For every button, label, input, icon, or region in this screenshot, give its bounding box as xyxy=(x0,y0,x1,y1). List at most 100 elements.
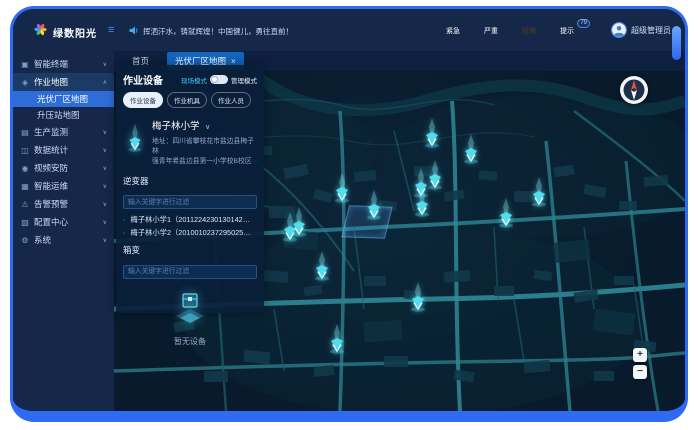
avatar xyxy=(611,22,627,38)
sidebar-item-icon: ◫ xyxy=(20,146,30,155)
alarm-pill[interactable]: 轻微 xyxy=(513,24,545,38)
site-address-line2: 强青年希盐边县第一小学校B校区 xyxy=(152,157,257,167)
sidebar-item[interactable]: ◉ 视频安防 ∨ xyxy=(13,159,114,177)
sidebar-item[interactable]: ▤ 生产监测 ∨ xyxy=(13,123,114,141)
alarm-pills: 紧急 严重 轻微 提示 79 xyxy=(437,24,583,38)
empty-text: 暂无设备 xyxy=(116,336,264,347)
inverter-section-title: 逆变器 xyxy=(123,175,257,187)
mode-switch[interactable] xyxy=(210,75,228,84)
sidebar-subitem-label: 升压站地图 xyxy=(37,109,80,121)
sidebar-item-icon: ◈ xyxy=(20,78,30,87)
device-marker[interactable] xyxy=(414,187,430,217)
sidebar-group: ▦ 智能运维 ∨ xyxy=(13,177,114,195)
panel-tab[interactable]: 作业机具 xyxy=(167,92,207,108)
sidebar-subitem[interactable]: 升压站地图 xyxy=(13,107,114,123)
sidebar-group: ▧ 配置中心 ∨ xyxy=(13,213,114,231)
sidebar-group: ▣ 智能终端 ∨ xyxy=(13,55,114,73)
sidebar-subitem[interactable]: 光伏厂区地图 xyxy=(13,91,114,107)
sidebar-item[interactable]: ▧ 配置中心 ∨ xyxy=(13,213,114,231)
alarm-pill[interactable]: 紧急 xyxy=(437,24,469,38)
device-marker[interactable] xyxy=(424,118,440,148)
chevron-icon: ∨ xyxy=(103,219,107,226)
panel-title: 作业设备 xyxy=(123,72,163,87)
work-device-panel: 作业设备 现场模式 管理模式 作业设备 作业机具 作业人员 xyxy=(116,65,264,313)
announcement-ticker: 挥洒汗水，铸就辉煌！中国健儿，勇往直前！ xyxy=(129,26,293,37)
site-dropdown[interactable]: 梅子林小学 ∨ xyxy=(152,121,210,132)
panel-tabs: 作业设备 作业机具 作业人员 xyxy=(116,92,264,114)
alarm-pill[interactable]: 严重 xyxy=(475,24,507,38)
chevron-icon: ∧ xyxy=(103,79,107,86)
transformer-filter-input[interactable] xyxy=(123,265,257,279)
transformer-section-title: 箱变 xyxy=(123,244,257,256)
device-marker[interactable] xyxy=(498,198,514,228)
device-marker[interactable] xyxy=(531,177,547,207)
inverter-filter-input[interactable] xyxy=(123,195,257,209)
sidebar-subitem-label: 光伏厂区地图 xyxy=(37,93,88,105)
alarm-pill-label: 轻微 xyxy=(522,28,536,35)
transformer-section: 箱变 xyxy=(116,241,264,279)
sidebar-item[interactable]: ⚠ 告警预警 ∨ xyxy=(13,195,114,213)
panel-tab-label: 作业机具 xyxy=(174,98,200,105)
sidebar-collapse-icon[interactable]: ≡ xyxy=(108,24,114,36)
sidebar: ▣ 智能终端 ∨ ◈ 作业地图 ∧ 光伏厂区地图 xyxy=(13,51,114,411)
device-marker[interactable] xyxy=(410,282,426,312)
chevron-icon: ∨ xyxy=(103,147,107,154)
scrollbar-thumb[interactable] xyxy=(672,26,681,60)
inverter-list-item[interactable]: 梅子林小学2（2010010237295025… xyxy=(123,226,257,239)
device-marker[interactable] xyxy=(291,207,307,237)
alarm-pill-label: 严重 xyxy=(484,28,498,35)
device-marker[interactable] xyxy=(314,251,330,281)
zoom-out-button[interactable]: − xyxy=(633,365,647,379)
sidebar-item[interactable]: ◫ 数据统计 ∨ xyxy=(13,141,114,159)
device-marker[interactable] xyxy=(463,134,479,164)
sidebar-item-label: 视频安防 xyxy=(34,162,99,174)
mode-toggle: 现场模式 管理模式 xyxy=(181,75,257,85)
sidebar-group: ◈ 作业地图 ∧ 光伏厂区地图 升压站地图 xyxy=(13,73,114,123)
empty-box-icon xyxy=(170,316,210,333)
chevron-icon: ∨ xyxy=(103,237,107,244)
panel-tab[interactable]: 作业设备 xyxy=(123,92,163,108)
zoom-in-button[interactable]: + xyxy=(633,348,647,362)
site-beacon-icon xyxy=(123,124,147,168)
sidebar-item[interactable]: ⚙ 系统 ∨ xyxy=(13,231,114,249)
device-marker[interactable] xyxy=(329,324,345,354)
user-menu[interactable]: 超级管理员 xyxy=(611,22,671,38)
sidebar-item-label: 告警预警 xyxy=(34,198,99,210)
sidebar-item[interactable]: ▣ 智能终端 ∨ xyxy=(13,55,114,73)
switch-knob xyxy=(211,76,218,83)
top-bar: 绿数阳光 ≡ 挥洒汗水，铸就辉煌！中国健儿，勇往直前！ 紧急 严重 xyxy=(13,9,685,51)
device-marker[interactable] xyxy=(334,173,350,203)
panel-tab-label: 作业设备 xyxy=(130,98,156,105)
device-marker[interactable] xyxy=(427,160,443,190)
sidebar-item-label: 智能终端 xyxy=(34,58,99,70)
inverter-list: 梅子林小学1（2011224230130142… 梅子林小学2（20100102… xyxy=(116,209,264,241)
sidebar-item-label: 生产监测 xyxy=(34,126,99,138)
pinwheel-logo-icon xyxy=(33,22,48,42)
alarm-pill[interactable]: 提示 79 xyxy=(551,24,583,38)
chevron-icon: ∨ xyxy=(103,129,107,136)
sidebar-item[interactable]: ▦ 智能运维 ∨ xyxy=(13,177,114,195)
sidebar-item-icon: ⚠ xyxy=(20,200,30,209)
compass-icon[interactable] xyxy=(619,75,649,105)
sidebar-item-icon: ▧ xyxy=(20,218,30,227)
panel-tab-label: 作业人员 xyxy=(218,98,244,105)
inverter-list-item[interactable]: 梅子林小学1（2011224230130142… xyxy=(123,213,257,226)
device-marker[interactable] xyxy=(366,190,382,220)
alarm-pill-label: 紧急 xyxy=(446,28,460,35)
user-name: 超级管理员 xyxy=(631,25,671,36)
alarm-pill-label: 提示 xyxy=(560,28,574,35)
brand-name: 绿数阳光 xyxy=(53,25,97,40)
panel-tab[interactable]: 作业人员 xyxy=(211,92,251,108)
sidebar-item-label: 智能运维 xyxy=(34,180,99,192)
sidebar-group: ▤ 生产监测 ∨ xyxy=(13,123,114,141)
site-address-line1: 地址：四川省攀枝花市盐边县梅子林 xyxy=(152,137,257,157)
chevron-down-icon: ∨ xyxy=(205,124,210,131)
inverter-item-label: 梅子林小学2（2010010237295025… xyxy=(130,228,250,237)
sidebar-item[interactable]: ◈ 作业地图 ∧ xyxy=(13,73,114,91)
chevron-icon: ∨ xyxy=(103,61,107,68)
brand: 绿数阳光 xyxy=(33,22,97,42)
app-window: 绿数阳光 ≡ 挥洒汗水，铸就辉煌！中国健儿，勇往直前！ 紧急 严重 xyxy=(10,6,688,422)
alarm-count-badge: 79 xyxy=(577,19,590,28)
panel-header: 作业设备 现场模式 管理模式 xyxy=(116,65,264,92)
sidebar-item-icon: ▦ xyxy=(20,182,30,191)
